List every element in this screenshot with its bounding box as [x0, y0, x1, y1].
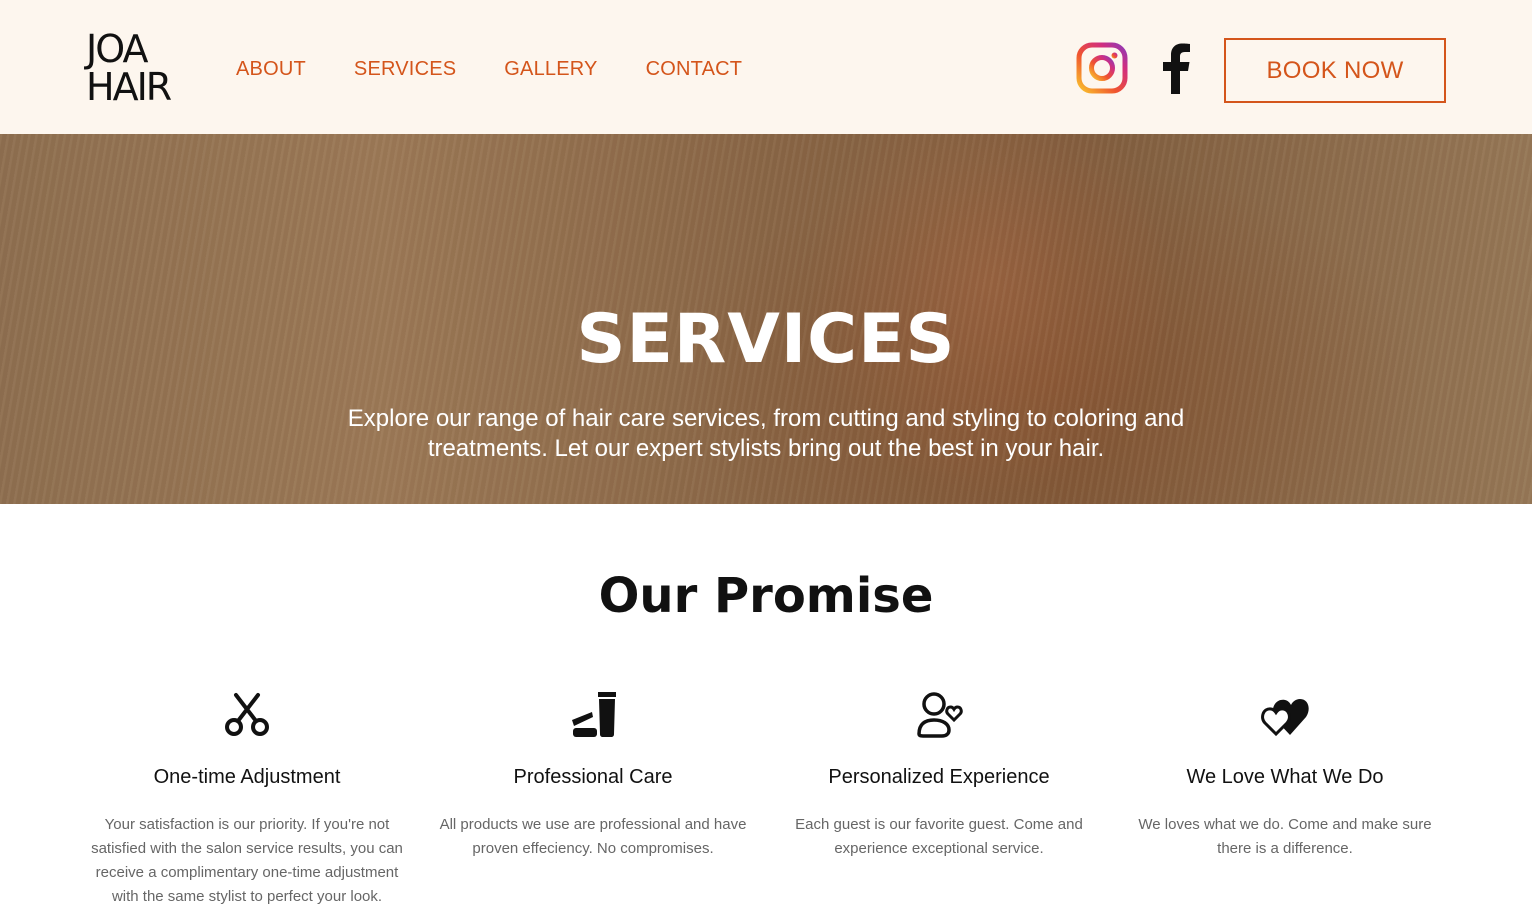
hero-title: SERVICES — [576, 300, 956, 379]
promise-card-professional: Professional Care All products we use ar… — [420, 690, 766, 861]
nav-services[interactable]: SERVICES — [354, 58, 456, 81]
hair-products-icon — [572, 692, 616, 737]
hero-description: Explore our range of hair care services,… — [347, 405, 1185, 462]
card-text: Each guest is our favorite guest. Come a… — [795, 816, 1083, 857]
promise-card-adjustment: One-time Adjustment Your satisfaction is… — [74, 690, 420, 909]
promise-card-love: We Love What We Do We loves what we do. … — [1112, 690, 1458, 861]
card-text: All products we use are professional and… — [439, 816, 747, 857]
card-title: One-time Adjustment — [153, 766, 341, 788]
nav-gallery[interactable]: GALLERY — [504, 58, 597, 81]
hearts-icon — [1261, 699, 1309, 737]
logo-line-2: HAIR — [86, 65, 172, 109]
promise-title: Our Promise — [598, 568, 934, 624]
brand-logo[interactable]: JOA HAIR — [86, 30, 186, 106]
site-header: JOA HAIR ABOUT SERVICES GALLERY CONTACT … — [0, 0, 1532, 134]
nav-contact[interactable]: CONTACT — [646, 58, 743, 81]
card-text: We loves what we do. Come and make sure … — [1138, 816, 1432, 857]
card-text: Your satisfaction is our priority. If yo… — [91, 816, 403, 905]
person-heart-icon — [917, 692, 963, 738]
book-now-button[interactable]: BOOK NOW — [1224, 38, 1446, 103]
scissors-icon — [225, 693, 269, 736]
card-title: Personalized Experience — [828, 766, 1050, 788]
promise-card-personalized: Personalized Experience Each guest is ou… — [766, 690, 1112, 861]
facebook-icon[interactable] — [1158, 42, 1192, 94]
card-title: Professional Care — [513, 766, 673, 788]
logo-line-1: JOA — [86, 27, 148, 71]
instagram-icon[interactable] — [1076, 42, 1128, 94]
nav-about[interactable]: ABOUT — [236, 58, 306, 81]
main-nav: ABOUT SERVICES GALLERY CONTACT — [236, 58, 790, 81]
hero-banner: SERVICES Explore our range of hair care … — [0, 134, 1532, 504]
card-title: We Love What We Do — [1186, 766, 1384, 788]
